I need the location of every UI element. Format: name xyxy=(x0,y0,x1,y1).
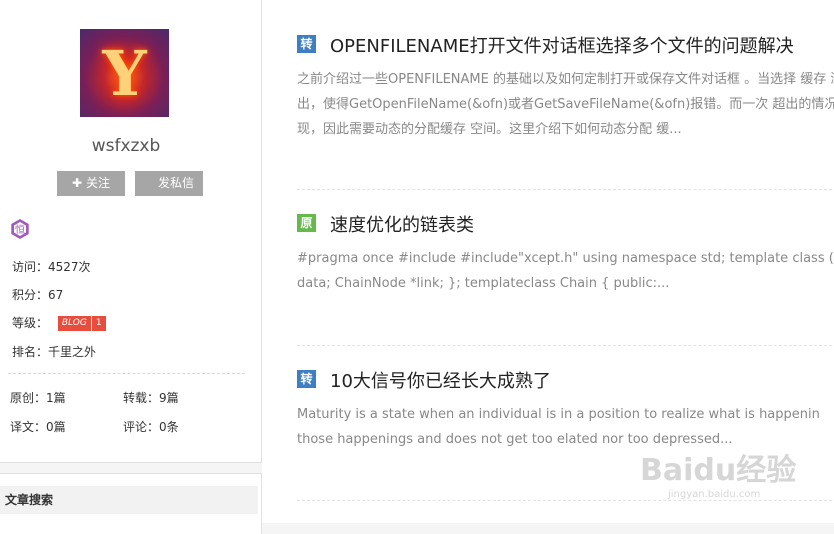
medal-glyph: 恒 xyxy=(15,223,25,236)
level-badge-number: 1 xyxy=(91,316,106,331)
watermark-logo: Baidu经验 xyxy=(640,453,797,488)
article-search-card: 文章搜索 xyxy=(0,473,262,534)
profile-card: Y wsfxzxb ✚关注 ✉发私信 恒 访问：4527次 积分：67 等级： … xyxy=(0,0,262,463)
article-title-link[interactable]: OPENFILENAME打开文件对话框选择多个文件的问题解决 xyxy=(330,32,794,58)
follow-button[interactable]: ✚ 关注 xyxy=(57,171,125,196)
original-count: 原创：1篇 xyxy=(10,391,66,405)
article-separator xyxy=(297,345,834,346)
article-summary: 之前介绍过一些OPENFILENAME 的基础以及如何定制打开或保存文件对话框 … xyxy=(297,72,834,137)
article-summary: #pragma once #include #include"xcept.h" … xyxy=(297,251,834,291)
send-message-button[interactable]: ✉发私信 xyxy=(135,171,203,196)
watermark-url: jingyan.baidu.com xyxy=(668,489,761,500)
level-label: 等级： xyxy=(12,316,49,330)
article-separator xyxy=(297,189,834,190)
baidu-jingyan-watermark: Baidu经验 jingyan.baidu.com xyxy=(640,445,830,515)
article-title-link[interactable]: 速度优化的链表类 xyxy=(330,211,474,237)
follow-label: 关注 xyxy=(86,176,111,190)
comment-count: 评论：0条 xyxy=(123,420,179,434)
username[interactable]: wsfxzxb xyxy=(0,136,252,156)
level-stat: 等级： BLOG 1 xyxy=(12,314,106,331)
article-title-link[interactable]: 10大信号你已经长大成熟了 xyxy=(330,367,551,393)
rank-stat: 排名：千里之外 xyxy=(12,345,97,359)
original-tag: 原 xyxy=(297,214,316,232)
repost-count: 转载：9篇 xyxy=(123,391,179,405)
repost-tag: 转 xyxy=(297,370,316,388)
article-search-title: 文章搜索 xyxy=(0,486,258,514)
repost-tag: 转 xyxy=(297,35,316,53)
level-badge: BLOG 1 xyxy=(57,316,106,331)
points-stat: 积分：67 xyxy=(12,288,64,302)
send-message-label: 发私信 xyxy=(158,176,195,190)
level-badge-text: BLOG xyxy=(57,316,91,331)
persistence-medal-icon[interactable]: 恒 xyxy=(10,219,30,239)
divider xyxy=(8,373,245,374)
visits-stat: 访问：4527次 xyxy=(12,260,91,274)
plus-icon: ✚ xyxy=(71,176,83,190)
avatar-flame-logo: Y xyxy=(102,36,147,110)
translation-count: 译文：0篇 xyxy=(10,420,66,434)
avatar[interactable]: Y xyxy=(80,29,169,117)
